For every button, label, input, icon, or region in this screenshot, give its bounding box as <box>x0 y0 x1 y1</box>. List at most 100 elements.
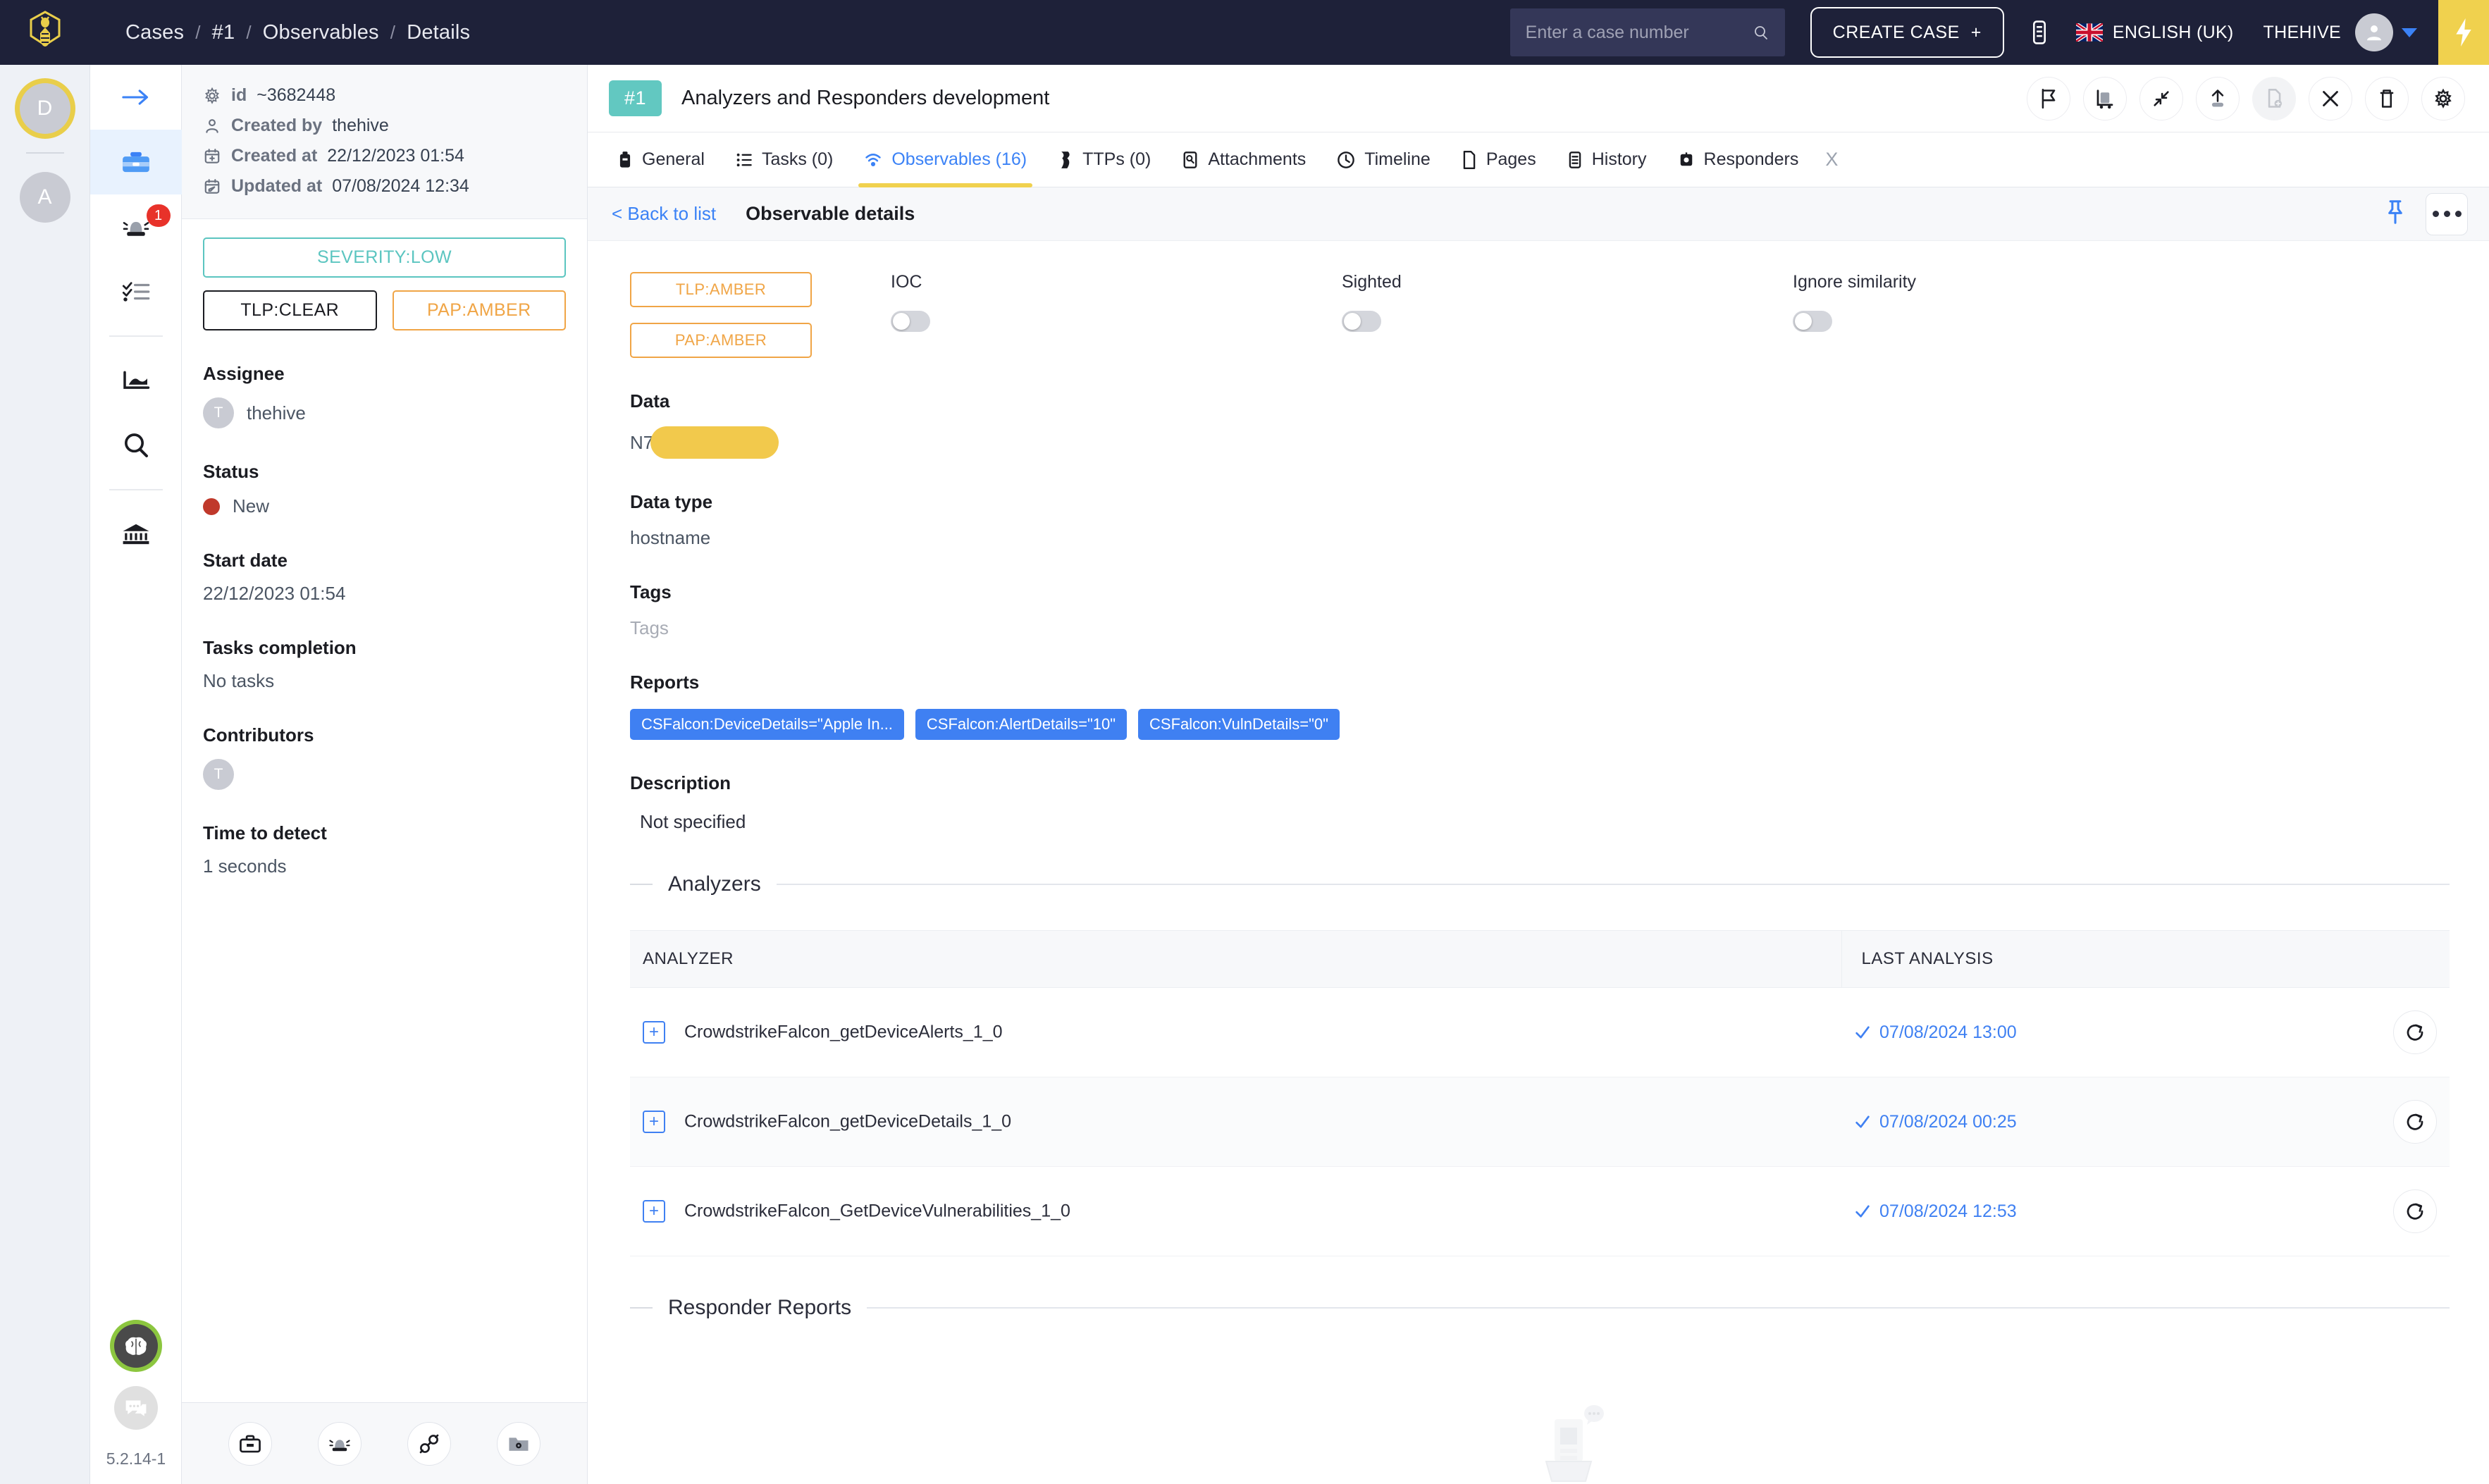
sidebar-item-organisation[interactable] <box>90 502 182 567</box>
expand-icon[interactable]: + <box>643 1200 665 1223</box>
cart-button[interactable] <box>2083 76 2127 120</box>
tab-timeline[interactable]: Timeline <box>1321 132 1446 187</box>
breadcrumb-cases[interactable]: Cases <box>125 21 184 44</box>
tab-general[interactable]: General <box>602 132 720 187</box>
sidebar-item-expand[interactable] <box>90 65 182 130</box>
folder-gear-button[interactable] <box>496 1421 541 1466</box>
ignore-similarity-toggle[interactable] <box>1793 311 1832 332</box>
sidebar-item-tasks[interactable] <box>90 259 182 324</box>
organisation-rail: D A <box>0 65 90 1484</box>
breadcrumb-case-number[interactable]: #1 <box>212 21 235 44</box>
avatar[interactable]: T <box>203 759 234 790</box>
user-name-label[interactable]: THEHIVE <box>2263 23 2341 43</box>
alert-siren-button[interactable] <box>318 1421 362 1466</box>
tab-close-button[interactable]: X <box>1814 132 1849 187</box>
pages-icon <box>1463 150 1476 169</box>
rerun-analyzer-button[interactable] <box>2393 1010 2437 1054</box>
last-analysis-timestamp: 07/08/2024 13:00 <box>1879 1022 2017 1042</box>
case-info-panel: id ~3682448 Created by thehive Created a… <box>182 65 588 1484</box>
rail-divider <box>109 489 163 490</box>
data-value-row: N7 <box>630 426 2450 459</box>
expand-icon[interactable]: + <box>643 1021 665 1044</box>
pin-button[interactable] <box>2383 199 2407 228</box>
tlp-badge[interactable]: TLP:CLEAR <box>203 290 377 330</box>
org-avatar-a[interactable]: A <box>19 172 70 223</box>
case-number-input[interactable] <box>1525 22 1753 43</box>
logo-container[interactable] <box>0 11 90 54</box>
observable-tlp-badge[interactable]: TLP:AMBER <box>630 272 812 307</box>
case-meta-updated-at-key: Updated at <box>231 176 323 196</box>
tags-input[interactable]: Tags <box>630 617 2450 639</box>
navigation-rail-bottom: 5.2.14-1 <box>90 1324 182 1484</box>
redaction-overlay <box>650 426 779 459</box>
severity-badge[interactable]: SEVERITY:LOW <box>203 237 566 278</box>
empty-state-illustration <box>1545 1405 1604 1482</box>
classification-badges: TLP:CLEAR PAP:AMBER <box>203 290 566 330</box>
sidebar-item-cases[interactable] <box>89 130 182 194</box>
sighted-toggle[interactable] <box>1342 311 1381 332</box>
flag-button[interactable] <box>2027 76 2070 120</box>
last-analysis-value: 07/08/2024 00:25 <box>1854 1112 2331 1132</box>
settings-button[interactable] <box>2421 76 2465 120</box>
delete-button[interactable] <box>2365 76 2409 120</box>
user-avatar[interactable] <box>2355 13 2393 51</box>
pap-badge[interactable]: PAP:AMBER <box>392 290 566 330</box>
sidebar-item-dashboards[interactable] <box>90 348 182 413</box>
assignee-value[interactable]: T thehive <box>203 397 566 428</box>
report-badge[interactable]: CSFalcon:AlertDetails="10" <box>915 709 1128 740</box>
collapse-button[interactable] <box>2139 76 2183 120</box>
tab-attachments-label: Attachments <box>1208 149 1307 169</box>
notes-icon[interactable] <box>2028 20 2051 45</box>
breadcrumb-details[interactable]: Details <box>407 21 470 44</box>
tab-responders[interactable]: Responders <box>1662 132 1815 187</box>
sidebar-item-search[interactable] <box>90 413 182 478</box>
tab-pages[interactable]: Pages <box>1446 132 1552 187</box>
data-label: Data <box>630 390 670 412</box>
expand-icon[interactable]: + <box>643 1111 665 1133</box>
brain-assistant-button[interactable] <box>114 1324 158 1368</box>
divider-dash <box>630 884 653 885</box>
case-briefcase-button[interactable] <box>228 1421 273 1466</box>
last-analysis-cell: 07/08/2024 00:25 <box>1841 1077 2344 1167</box>
org-avatar-d[interactable]: D <box>19 83 70 134</box>
export-button[interactable] <box>2196 76 2240 120</box>
breadcrumb-observables[interactable]: Observables <box>263 21 379 44</box>
case-meta-created-at: Created at 22/12/2023 01:54 <box>203 141 566 171</box>
tab-observables[interactable]: Observables (16) <box>848 132 1042 187</box>
report-badges: CSFalcon:DeviceDetails="Apple In... CSFa… <box>630 709 2450 740</box>
dot-icon <box>2443 211 2450 217</box>
chat-support-button[interactable] <box>114 1386 158 1430</box>
analyzer-name: CrowdstrikeFalcon_getDeviceAlerts_1_0 <box>684 1022 1003 1042</box>
start-date-field: Start date 22/12/2023 01:54 <box>203 550 566 605</box>
ioc-toggle[interactable] <box>891 311 930 332</box>
create-case-button[interactable]: CREATE CASE + <box>1810 7 2004 58</box>
timeline-clock-icon <box>1338 151 1355 168</box>
case-search-box[interactable] <box>1509 8 1785 56</box>
rerun-analyzer-button[interactable] <box>2393 1189 2437 1233</box>
tab-ttps[interactable]: TTPs (0) <box>1042 132 1166 187</box>
last-analysis-value: 07/08/2024 12:53 <box>1854 1201 2331 1222</box>
observable-pap-badge[interactable]: PAP:AMBER <box>630 323 812 358</box>
close-button[interactable] <box>2309 76 2352 120</box>
report-badge[interactable]: CSFalcon:DeviceDetails="Apple In... <box>630 709 904 740</box>
report-badge[interactable]: CSFalcon:VulnDetails="0" <box>1138 709 1340 740</box>
rerun-analyzer-button[interactable] <box>2393 1100 2437 1144</box>
status-field: Status New <box>203 461 566 517</box>
chevron-down-icon[interactable] <box>2402 27 2417 37</box>
back-to-list-link[interactable]: < Back to list <box>612 203 716 225</box>
lightning-bolt-icon <box>2456 18 2471 47</box>
tab-attachments[interactable]: Attachments <box>1166 132 1321 187</box>
sidebar-item-alerts[interactable]: 1 <box>90 194 182 259</box>
more-options-button[interactable] <box>2426 192 2468 235</box>
analyzer-name-cell: + CrowdstrikeFalcon_getDeviceAlerts_1_0 <box>630 988 1841 1077</box>
tasks-completion-field: Tasks completion No tasks <box>203 637 566 692</box>
search-icon[interactable] <box>1753 22 1770 43</box>
case-title-bar: #1 Analyzers and Responders development <box>588 65 2489 132</box>
language-selector[interactable]: ENGLISH (UK) <box>2113 23 2234 43</box>
link-connector-button[interactable] <box>407 1421 451 1466</box>
tab-history[interactable]: History <box>1552 132 1662 187</box>
quick-actions-button[interactable] <box>2438 0 2489 65</box>
add-document-button[interactable] <box>2252 76 2296 120</box>
organisation-bank-icon <box>123 524 149 545</box>
tab-tasks[interactable]: Tasks (0) <box>720 132 848 187</box>
